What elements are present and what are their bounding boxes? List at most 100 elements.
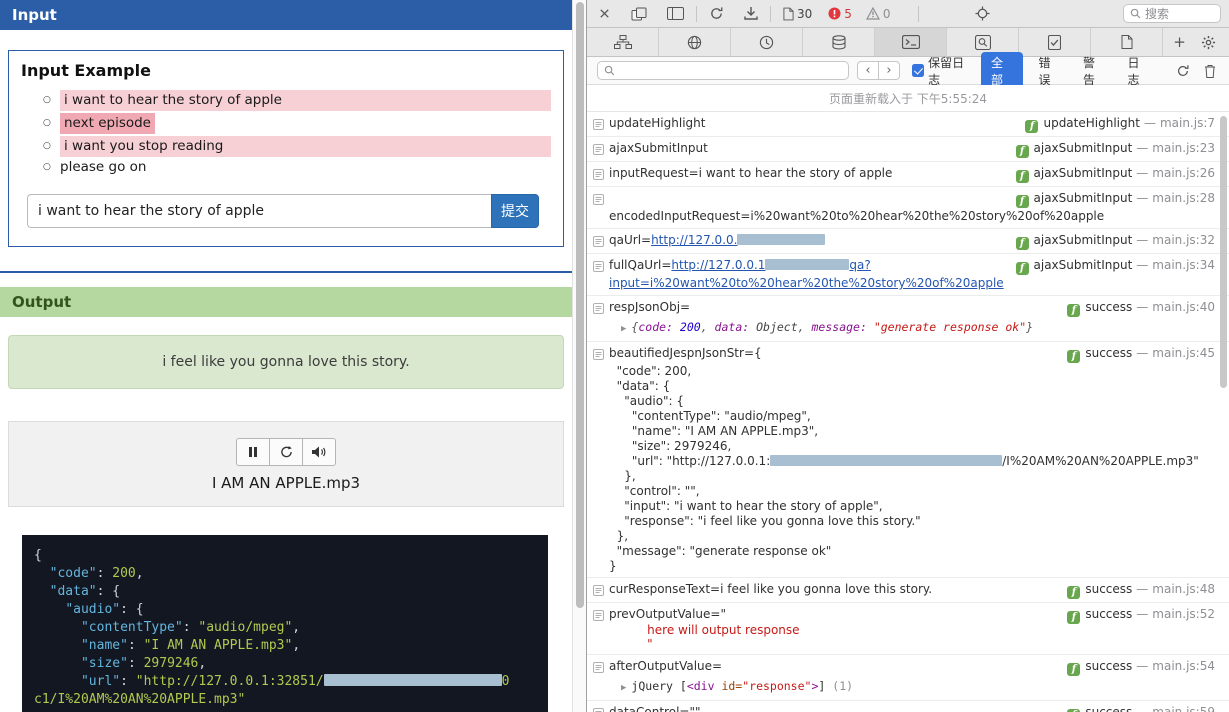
function-badge: f bbox=[1067, 611, 1081, 624]
scope-warnings[interactable]: 警告 bbox=[1076, 52, 1113, 90]
source-location-link[interactable]: main.js:52 bbox=[1152, 607, 1215, 621]
console-log-row: f success — main.js:54 afterOutputValue= ▶ j… bbox=[587, 655, 1229, 701]
source-location-link[interactable]: main.js:54 bbox=[1152, 659, 1215, 673]
source-location-link[interactable]: main.js:32 bbox=[1152, 233, 1215, 247]
log-message: inputRequest=i want to hear the story of… bbox=[609, 166, 893, 180]
source-location-link[interactable]: main.js:23 bbox=[1152, 141, 1215, 155]
sidebar-toggle-button[interactable] bbox=[664, 7, 687, 20]
tab-elements[interactable] bbox=[587, 28, 659, 56]
preserve-log-label: 保留日志 bbox=[928, 55, 965, 87]
loop-button[interactable] bbox=[269, 438, 303, 466]
jquery-preview[interactable]: ▶ jQuery [<div id="response">] (1) bbox=[609, 678, 1215, 697]
scrollbar-thumb[interactable] bbox=[575, 2, 584, 608]
url-link[interactable]: http://127.0.0. bbox=[651, 233, 737, 247]
command-input[interactable] bbox=[27, 194, 491, 228]
tab-storage[interactable] bbox=[803, 28, 875, 56]
inspector-search-field[interactable]: 搜索 bbox=[1123, 4, 1221, 23]
loop-icon bbox=[280, 446, 292, 458]
log-message: curResponseText=i feel like you gonna lo… bbox=[609, 582, 933, 596]
add-tab-button[interactable]: + bbox=[1173, 34, 1186, 50]
function-badge: f bbox=[1015, 170, 1029, 183]
function-badge: f bbox=[1015, 195, 1029, 208]
inspector-toolbar: 30 5 0 搜索 bbox=[587, 0, 1229, 28]
checkbox-checked-icon[interactable] bbox=[912, 64, 925, 77]
example-command: i want you stop reading bbox=[60, 136, 551, 157]
scope-logs[interactable]: 日志 bbox=[1121, 52, 1158, 90]
console-scrollbar-thumb[interactable] bbox=[1220, 116, 1227, 388]
toolbar-divider bbox=[696, 5, 697, 22]
source-location-link[interactable]: main.js:7 bbox=[1160, 116, 1215, 130]
tab-console[interactable] bbox=[875, 28, 947, 56]
source-location-link[interactable]: main.js:28 bbox=[1152, 191, 1215, 205]
log-icon bbox=[593, 143, 604, 160]
list-item: ○ next episode bbox=[43, 113, 551, 134]
volume-button[interactable] bbox=[302, 438, 336, 466]
log-message: qaUrl=http://127.0.0. bbox=[609, 233, 826, 247]
tab-timelines[interactable] bbox=[731, 28, 803, 56]
function-badge: f bbox=[1067, 663, 1081, 676]
source-location-link[interactable]: main.js:59 bbox=[1152, 705, 1215, 712]
section-divider bbox=[0, 271, 572, 273]
pause-icon bbox=[249, 447, 257, 457]
source-location-link[interactable]: main.js:45 bbox=[1152, 346, 1215, 360]
close-button[interactable] bbox=[595, 7, 614, 20]
source-location-link[interactable]: main.js:48 bbox=[1152, 582, 1215, 596]
console-log-row: f ajaxSubmitInput — main.js:34 fullQaUrl=ht… bbox=[587, 254, 1229, 296]
function-badge: f bbox=[1015, 237, 1029, 250]
bullet-icon: ○ bbox=[43, 162, 51, 172]
source-location-link[interactable]: main.js:26 bbox=[1152, 166, 1215, 180]
output-heading: Output bbox=[0, 287, 572, 317]
bullet-icon: ○ bbox=[43, 118, 51, 128]
console-filter-field[interactable] bbox=[597, 61, 849, 80]
function-badge: f bbox=[1067, 350, 1081, 363]
refresh-button[interactable] bbox=[1173, 64, 1193, 78]
element-picker-button[interactable] bbox=[972, 6, 993, 21]
download-button[interactable] bbox=[741, 6, 761, 21]
tab-network[interactable] bbox=[659, 28, 731, 56]
web-inspector: 30 5 0 搜索 + ‹ › 保留日志 全部 错误 警告 日志 页面重新载入于… bbox=[586, 0, 1229, 712]
tab-bar-extras: + bbox=[1163, 28, 1229, 56]
function-badge: f bbox=[1067, 586, 1081, 599]
pause-button[interactable] bbox=[236, 438, 270, 466]
volume-icon bbox=[312, 446, 326, 458]
redaction-box bbox=[323, 674, 502, 686]
find-previous-button[interactable]: ‹ bbox=[857, 61, 879, 80]
toolbar-divider bbox=[770, 5, 771, 22]
log-message: updateHighlight bbox=[609, 116, 706, 130]
console-log-area[interactable]: 页面重新载入于 下午5:55:24 f updateHighlight — main.… bbox=[587, 85, 1229, 712]
clear-console-button[interactable] bbox=[1201, 64, 1219, 78]
preserve-log-toggle[interactable]: 保留日志 bbox=[912, 54, 973, 88]
dock-copy-button[interactable] bbox=[628, 7, 650, 21]
warning-count[interactable]: 0 bbox=[863, 7, 894, 21]
object-preview[interactable]: ▶ {code: 200, data: Object, message: "gen… bbox=[609, 319, 1215, 338]
console-log-row: f ajaxSubmitInput — main.js:28 encodedInput… bbox=[587, 187, 1229, 229]
disclosure-icon[interactable]: ▶ bbox=[621, 683, 626, 693]
browser-page: Input Input Example ○ i want to hear the … bbox=[0, 0, 586, 712]
example-command: i want to hear the story of apple bbox=[60, 90, 551, 111]
reload-button[interactable] bbox=[706, 6, 727, 21]
source-location-link[interactable]: main.js:34 bbox=[1152, 258, 1215, 272]
redaction-box bbox=[770, 455, 1003, 466]
log-message: fullQaUrl=http://127.0.0.1 qa?input=i%20w… bbox=[609, 258, 1004, 290]
disclosure-icon[interactable]: ▶ bbox=[621, 324, 626, 334]
submit-button[interactable]: 提交 bbox=[491, 194, 539, 228]
page-scrollbar[interactable] bbox=[572, 0, 586, 712]
json-code-block: { "code": 200, "data": { "audio": { "con… bbox=[22, 535, 548, 712]
console-log-row: f updateHighlight — main.js:7 updateHighlig… bbox=[587, 112, 1229, 137]
console-log-row: f ajaxSubmitInput — main.js:26 inputRequest… bbox=[587, 162, 1229, 187]
log-message: respJsonObj= bbox=[609, 300, 691, 314]
search-icon bbox=[604, 65, 615, 76]
bullet-icon: ○ bbox=[43, 141, 51, 151]
console-log-row: f success — main.js:52 prevOutputValue=" he… bbox=[587, 603, 1229, 655]
scope-all[interactable]: 全部 bbox=[980, 51, 1024, 90]
console-log-row: f ajaxSubmitInput — main.js:23 ajaxSubmitIn… bbox=[587, 137, 1229, 162]
page-title: Input bbox=[0, 0, 572, 30]
example-command: next episode bbox=[60, 113, 155, 134]
audio-controls bbox=[236, 438, 336, 466]
find-next-button[interactable]: › bbox=[878, 61, 900, 80]
source-location-link[interactable]: main.js:40 bbox=[1152, 300, 1215, 314]
settings-button[interactable] bbox=[1198, 35, 1219, 50]
scope-errors[interactable]: 错误 bbox=[1031, 52, 1068, 90]
error-count[interactable]: 5 bbox=[825, 7, 855, 21]
resource-count[interactable]: 30 bbox=[780, 7, 815, 21]
